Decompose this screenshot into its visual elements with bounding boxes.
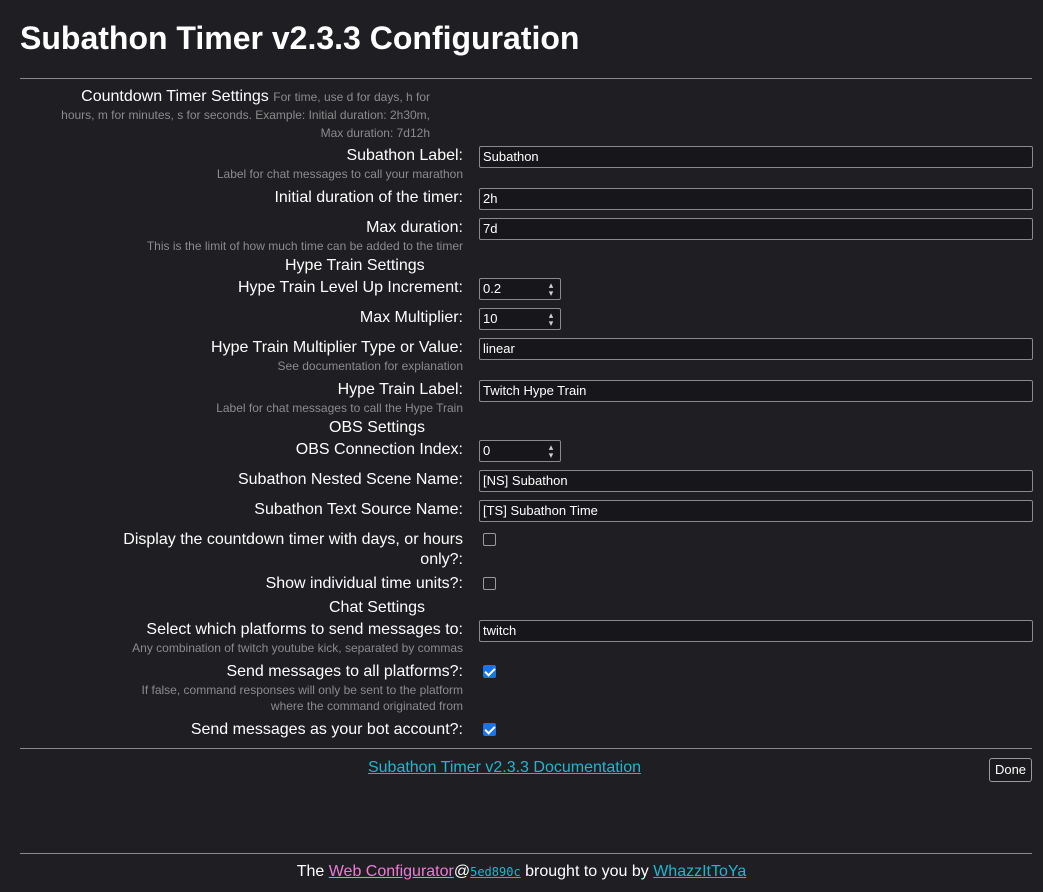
all-platforms-hint: If false, command responses will only be…	[141, 683, 464, 713]
footer-divider	[20, 853, 1032, 854]
multiplier-type-hint: See documentation for explanation	[277, 359, 463, 373]
hype-train-label-label: Hype Train Label: Label for chat message…	[216, 381, 463, 415]
initial-duration-input[interactable]: 2h	[479, 188, 1033, 210]
web-configurator-link[interactable]: Web Configurator	[329, 863, 454, 880]
obs-connection-index-label: OBS Connection Index:	[295, 441, 463, 458]
bot-account-label: Send messages as your bot account?:	[190, 721, 463, 738]
docs-link-row: Subathon Timer v2.3.3 Documentation	[0, 758, 1009, 778]
chat-section-title: Chat Settings	[329, 599, 426, 616]
hype-level-up-label: Hype Train Level Up Increment:	[238, 279, 463, 296]
author-link[interactable]: WhazzItToYa	[653, 863, 746, 880]
multiplier-type-label: Hype Train Multiplier Type or Value: See…	[211, 339, 463, 373]
individual-units-label: Show individual time units?:	[265, 575, 463, 592]
max-duration-hint: This is the limit of how much time can b…	[146, 239, 463, 253]
all-platforms-label: Send messages to all platforms?: If fals…	[141, 663, 464, 713]
text-source-input[interactable]: [TS] Subathon Time	[479, 500, 1033, 522]
hype-level-up-input[interactable]: 0.2 ▴ ▾	[479, 278, 561, 300]
done-button[interactable]: Done	[989, 758, 1032, 782]
footer: The Web Configurator@5ed890c brought to …	[296, 863, 747, 880]
all-platforms-checkbox[interactable]	[483, 665, 496, 678]
platforms-hint: Any combination of twitch youtube kick, …	[132, 641, 463, 655]
bot-account-checkbox[interactable]	[483, 723, 496, 736]
obs-section-title: OBS Settings	[329, 419, 426, 436]
hype-section-title: Hype Train Settings	[285, 257, 425, 274]
nested-scene-label: Subathon Nested Scene Name:	[237, 471, 463, 488]
multiplier-type-input[interactable]: linear	[479, 338, 1033, 360]
text-source-label: Subathon Text Source Name:	[254, 501, 463, 518]
documentation-link[interactable]: Subathon Timer v2.3.3 Documentation	[368, 759, 641, 776]
platforms-input[interactable]: twitch	[479, 620, 1033, 642]
nested-scene-input[interactable]: [NS] Subathon	[479, 470, 1033, 492]
days-or-hours-label: Display the countdown timer with days, o…	[123, 531, 463, 568]
days-or-hours-checkbox[interactable]	[483, 533, 496, 546]
bottom-divider	[20, 748, 1032, 749]
countdown-section-header: Countdown Timer Settings For time, use d…	[58, 88, 430, 142]
max-duration-label: Max duration: This is the limit of how m…	[146, 219, 463, 253]
hype-train-label-hint: Label for chat messages to call the Hype…	[216, 401, 463, 415]
subathon-label-input[interactable]: Subathon	[479, 146, 1033, 168]
commit-link[interactable]: 5ed890c	[470, 865, 521, 879]
subathon-label-label: Subathon Label: Label for chat messages …	[216, 147, 463, 181]
max-duration-input[interactable]: 7d	[479, 218, 1033, 240]
config-page: Subathon Timer v2.3.3 Configuration Coun…	[0, 0, 1043, 892]
individual-units-checkbox[interactable]	[483, 577, 496, 590]
spinner-icon[interactable]: ▴ ▾	[546, 281, 556, 298]
spinner-icon[interactable]: ▴ ▾	[546, 443, 556, 460]
spinner-icon[interactable]: ▴ ▾	[546, 311, 556, 328]
page-title: Subathon Timer v2.3.3 Configuration	[20, 20, 580, 56]
hype-train-label-input[interactable]: Twitch Hype Train	[479, 380, 1033, 402]
top-divider	[20, 78, 1032, 79]
max-multiplier-input[interactable]: 10 ▴ ▾	[479, 308, 561, 330]
subathon-label-hint: Label for chat messages to call your mar…	[216, 167, 463, 181]
initial-duration-label: Initial duration of the timer:	[274, 189, 463, 206]
countdown-section-title: Countdown Timer Settings	[81, 88, 269, 105]
obs-connection-index-input[interactable]: 0 ▴ ▾	[479, 440, 561, 462]
max-multiplier-label: Max Multiplier:	[359, 309, 463, 326]
platforms-label: Select which platforms to send messages …	[132, 621, 463, 655]
